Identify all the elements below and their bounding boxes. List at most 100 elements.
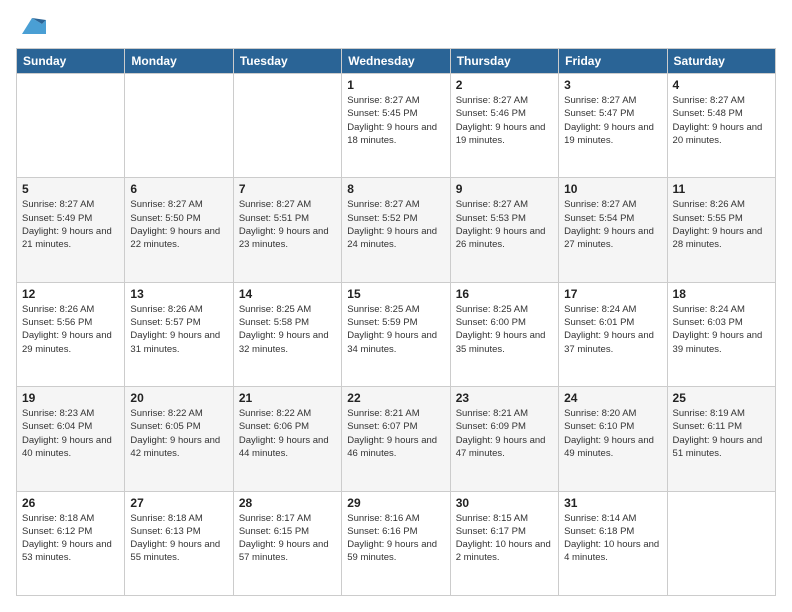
calendar-cell: 31 Sunrise: 8:14 AMSunset: 6:18 PMDayligh… bbox=[559, 491, 667, 595]
day-number: 7 bbox=[239, 182, 336, 196]
header-cell-saturday: Saturday bbox=[667, 49, 775, 74]
calendar-cell: 17 Sunrise: 8:24 AMSunset: 6:01 PMDayligh… bbox=[559, 282, 667, 386]
header bbox=[16, 16, 776, 38]
calendar-cell: 22 Sunrise: 8:21 AMSunset: 6:07 PMDayligh… bbox=[342, 387, 450, 491]
calendar-body: 1 Sunrise: 8:27 AMSunset: 5:45 PMDaylight… bbox=[17, 74, 776, 596]
day-number: 4 bbox=[673, 78, 770, 92]
day-number: 22 bbox=[347, 391, 444, 405]
calendar-cell: 12 Sunrise: 8:26 AMSunset: 5:56 PMDayligh… bbox=[17, 282, 125, 386]
day-info: Sunrise: 8:27 AMSunset: 5:45 PMDaylight:… bbox=[347, 94, 444, 147]
calendar-cell: 8 Sunrise: 8:27 AMSunset: 5:52 PMDaylight… bbox=[342, 178, 450, 282]
day-number: 24 bbox=[564, 391, 661, 405]
day-info: Sunrise: 8:27 AMSunset: 5:53 PMDaylight:… bbox=[456, 198, 553, 251]
calendar-cell: 24 Sunrise: 8:20 AMSunset: 6:10 PMDayligh… bbox=[559, 387, 667, 491]
calendar-cell: 29 Sunrise: 8:16 AMSunset: 6:16 PMDayligh… bbox=[342, 491, 450, 595]
calendar-cell: 1 Sunrise: 8:27 AMSunset: 5:45 PMDaylight… bbox=[342, 74, 450, 178]
day-info: Sunrise: 8:24 AMSunset: 6:03 PMDaylight:… bbox=[673, 303, 770, 356]
day-info: Sunrise: 8:14 AMSunset: 6:18 PMDaylight:… bbox=[564, 512, 661, 565]
calendar-cell: 11 Sunrise: 8:26 AMSunset: 5:55 PMDayligh… bbox=[667, 178, 775, 282]
day-number: 10 bbox=[564, 182, 661, 196]
calendar-cell bbox=[667, 491, 775, 595]
day-info: Sunrise: 8:25 AMSunset: 5:59 PMDaylight:… bbox=[347, 303, 444, 356]
calendar-cell bbox=[17, 74, 125, 178]
header-cell-monday: Monday bbox=[125, 49, 233, 74]
day-number: 11 bbox=[673, 182, 770, 196]
day-number: 21 bbox=[239, 391, 336, 405]
week-row-5: 26 Sunrise: 8:18 AMSunset: 6:12 PMDayligh… bbox=[17, 491, 776, 595]
day-number: 25 bbox=[673, 391, 770, 405]
day-info: Sunrise: 8:24 AMSunset: 6:01 PMDaylight:… bbox=[564, 303, 661, 356]
day-info: Sunrise: 8:27 AMSunset: 5:47 PMDaylight:… bbox=[564, 94, 661, 147]
week-row-2: 5Sunrise: 8:27 AMSunset: 5:49 PMDaylight… bbox=[17, 178, 776, 282]
day-info: Sunrise: 8:21 AMSunset: 6:07 PMDaylight:… bbox=[347, 407, 444, 460]
calendar-cell: 4Sunrise: 8:27 AMSunset: 5:48 PMDaylight… bbox=[667, 74, 775, 178]
day-info: Sunrise: 8:27 AMSunset: 5:51 PMDaylight:… bbox=[239, 198, 336, 251]
day-info: Sunrise: 8:22 AMSunset: 6:05 PMDaylight:… bbox=[130, 407, 227, 460]
day-number: 15 bbox=[347, 287, 444, 301]
week-row-4: 19 Sunrise: 8:23 AMSunset: 6:04 PMDayligh… bbox=[17, 387, 776, 491]
header-cell-sunday: Sunday bbox=[17, 49, 125, 74]
calendar-cell: 25Sunrise: 8:19 AMSunset: 6:11 PMDayligh… bbox=[667, 387, 775, 491]
day-number: 9 bbox=[456, 182, 553, 196]
calendar-cell: 5Sunrise: 8:27 AMSunset: 5:49 PMDaylight… bbox=[17, 178, 125, 282]
day-info: Sunrise: 8:27 AMSunset: 5:49 PMDaylight:… bbox=[22, 198, 119, 251]
day-number: 16 bbox=[456, 287, 553, 301]
calendar-cell: 2 Sunrise: 8:27 AMSunset: 5:46 PMDaylight… bbox=[450, 74, 558, 178]
calendar-cell: 23Sunrise: 8:21 AMSunset: 6:09 PMDayligh… bbox=[450, 387, 558, 491]
header-cell-thursday: Thursday bbox=[450, 49, 558, 74]
day-number: 6 bbox=[130, 182, 227, 196]
day-number: 19 bbox=[22, 391, 119, 405]
day-info: Sunrise: 8:25 AMSunset: 6:00 PMDaylight:… bbox=[456, 303, 553, 356]
day-info: Sunrise: 8:26 AMSunset: 5:57 PMDaylight:… bbox=[130, 303, 227, 356]
day-info: Sunrise: 8:26 AMSunset: 5:55 PMDaylight:… bbox=[673, 198, 770, 251]
calendar-cell: 7 Sunrise: 8:27 AMSunset: 5:51 PMDaylight… bbox=[233, 178, 341, 282]
day-info: Sunrise: 8:21 AMSunset: 6:09 PMDaylight:… bbox=[456, 407, 553, 460]
day-info: Sunrise: 8:22 AMSunset: 6:06 PMDaylight:… bbox=[239, 407, 336, 460]
calendar-cell: 28 Sunrise: 8:17 AMSunset: 6:15 PMDayligh… bbox=[233, 491, 341, 595]
day-number: 3 bbox=[564, 78, 661, 92]
day-info: Sunrise: 8:16 AMSunset: 6:16 PMDaylight:… bbox=[347, 512, 444, 565]
day-number: 28 bbox=[239, 496, 336, 510]
day-info: Sunrise: 8:25 AMSunset: 5:58 PMDaylight:… bbox=[239, 303, 336, 356]
day-info: Sunrise: 8:17 AMSunset: 6:15 PMDaylight:… bbox=[239, 512, 336, 565]
calendar-cell: 13 Sunrise: 8:26 AMSunset: 5:57 PMDayligh… bbox=[125, 282, 233, 386]
day-number: 17 bbox=[564, 287, 661, 301]
day-number: 1 bbox=[347, 78, 444, 92]
calendar-cell bbox=[233, 74, 341, 178]
logo-icon bbox=[18, 16, 46, 38]
header-cell-wednesday: Wednesday bbox=[342, 49, 450, 74]
day-info: Sunrise: 8:27 AMSunset: 5:50 PMDaylight:… bbox=[130, 198, 227, 251]
day-info: Sunrise: 8:23 AMSunset: 6:04 PMDaylight:… bbox=[22, 407, 119, 460]
calendar-cell: 15 Sunrise: 8:25 AMSunset: 5:59 PMDayligh… bbox=[342, 282, 450, 386]
day-info: Sunrise: 8:18 AMSunset: 6:12 PMDaylight:… bbox=[22, 512, 119, 565]
calendar-cell: 26 Sunrise: 8:18 AMSunset: 6:12 PMDayligh… bbox=[17, 491, 125, 595]
day-number: 27 bbox=[130, 496, 227, 510]
header-cell-tuesday: Tuesday bbox=[233, 49, 341, 74]
day-info: Sunrise: 8:27 AMSunset: 5:46 PMDaylight:… bbox=[456, 94, 553, 147]
calendar-cell: 19 Sunrise: 8:23 AMSunset: 6:04 PMDayligh… bbox=[17, 387, 125, 491]
calendar-cell bbox=[125, 74, 233, 178]
calendar-cell: 20 Sunrise: 8:22 AMSunset: 6:05 PMDayligh… bbox=[125, 387, 233, 491]
day-number: 31 bbox=[564, 496, 661, 510]
day-info: Sunrise: 8:27 AMSunset: 5:54 PMDaylight:… bbox=[564, 198, 661, 251]
day-number: 13 bbox=[130, 287, 227, 301]
week-row-3: 12 Sunrise: 8:26 AMSunset: 5:56 PMDayligh… bbox=[17, 282, 776, 386]
calendar-cell: 30Sunrise: 8:15 AMSunset: 6:17 PMDayligh… bbox=[450, 491, 558, 595]
day-number: 12 bbox=[22, 287, 119, 301]
calendar-cell: 18Sunrise: 8:24 AMSunset: 6:03 PMDayligh… bbox=[667, 282, 775, 386]
day-number: 2 bbox=[456, 78, 553, 92]
calendar-cell: 27Sunrise: 8:18 AMSunset: 6:13 PMDayligh… bbox=[125, 491, 233, 595]
day-number: 30 bbox=[456, 496, 553, 510]
day-number: 8 bbox=[347, 182, 444, 196]
week-row-1: 1 Sunrise: 8:27 AMSunset: 5:45 PMDaylight… bbox=[17, 74, 776, 178]
day-number: 26 bbox=[22, 496, 119, 510]
calendar-cell: 10 Sunrise: 8:27 AMSunset: 5:54 PMDayligh… bbox=[559, 178, 667, 282]
day-number: 20 bbox=[130, 391, 227, 405]
day-info: Sunrise: 8:27 AMSunset: 5:52 PMDaylight:… bbox=[347, 198, 444, 251]
calendar-cell: 14Sunrise: 8:25 AMSunset: 5:58 PMDayligh… bbox=[233, 282, 341, 386]
day-info: Sunrise: 8:20 AMSunset: 6:10 PMDaylight:… bbox=[564, 407, 661, 460]
calendar-cell: 3 Sunrise: 8:27 AMSunset: 5:47 PMDaylight… bbox=[559, 74, 667, 178]
day-info: Sunrise: 8:26 AMSunset: 5:56 PMDaylight:… bbox=[22, 303, 119, 356]
day-number: 29 bbox=[347, 496, 444, 510]
header-cell-friday: Friday bbox=[559, 49, 667, 74]
